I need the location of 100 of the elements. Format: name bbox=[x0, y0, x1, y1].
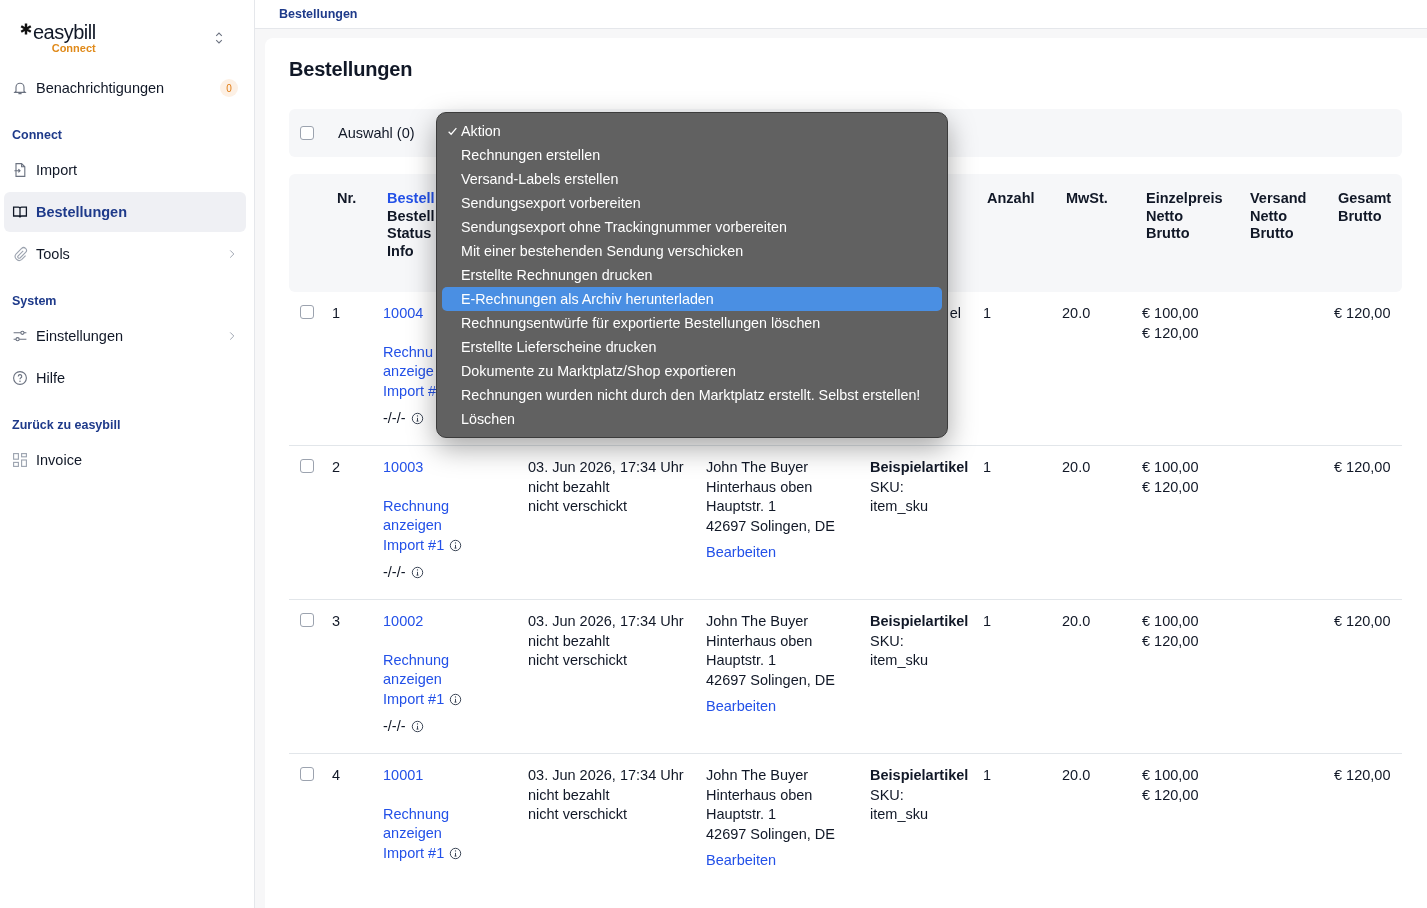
import-link[interactable]: Import # bbox=[383, 381, 437, 401]
order-link[interactable]: 10003 bbox=[383, 458, 424, 478]
sku-value: item_sku bbox=[870, 651, 929, 670]
quantity: 1 bbox=[983, 767, 992, 783]
menu-item[interactable]: Aktion bbox=[442, 119, 942, 143]
sidebar-item[interactable]: Import bbox=[4, 150, 246, 190]
quantity: 1 bbox=[983, 459, 992, 475]
logo[interactable]: easybill Connect bbox=[20, 22, 96, 54]
product-name: Beispielartikel bbox=[870, 766, 969, 785]
edit-link[interactable]: Bearbeiten bbox=[706, 697, 777, 717]
sort-link[interactable]: Bestell bbox=[387, 190, 435, 208]
checkbox[interactable] bbox=[300, 305, 314, 319]
sidebar-item[interactable]: Bestellungen bbox=[4, 192, 246, 232]
menu-item[interactable]: E-Rechnungen als Archiv herunterladen bbox=[442, 287, 942, 311]
gross-price: € 120,00 bbox=[1142, 477, 1199, 497]
bell-icon bbox=[12, 80, 28, 96]
gross-price: € 120,00 bbox=[1142, 631, 1199, 651]
sidebar-item[interactable]: Tools bbox=[4, 234, 246, 274]
book-icon bbox=[12, 204, 28, 220]
quantity: 1 bbox=[983, 613, 992, 629]
column-heading: Status bbox=[387, 225, 432, 243]
address-line: Hinterhaus oben bbox=[706, 477, 813, 497]
menu-item[interactable]: Rechnungen erstellen bbox=[442, 143, 942, 167]
menu-item[interactable]: Dokumente zu Marktplatz/Shop exportieren bbox=[442, 359, 942, 383]
help-icon bbox=[12, 370, 28, 386]
address-line: 42697 Solingen, DE bbox=[706, 824, 835, 844]
row-number: 1 bbox=[332, 305, 341, 321]
sliders-icon bbox=[12, 328, 28, 344]
vat-rate: 20.0 bbox=[1062, 613, 1091, 629]
payment-status: nicht bezahlt bbox=[528, 631, 610, 651]
net-price: € 100,00 bbox=[1142, 304, 1199, 323]
sidebar-item[interactable]: Invoice bbox=[4, 440, 246, 480]
address-line: John The Buyer bbox=[706, 766, 809, 785]
sku-label: SKU: bbox=[870, 477, 904, 497]
address-line: Hinterhaus oben bbox=[706, 631, 813, 651]
column-heading: Netto bbox=[1146, 207, 1184, 225]
product-name: el bbox=[949, 304, 961, 323]
row-number: 4 bbox=[332, 767, 341, 783]
sku-label: SKU: bbox=[870, 631, 904, 651]
total-price: € 120,00 bbox=[1334, 305, 1391, 321]
total-price: € 120,00 bbox=[1334, 767, 1391, 783]
order-date: 03. Jun 2026, 17:34 Uhr bbox=[528, 766, 684, 785]
menu-item[interactable]: Erstellte Lieferscheine drucken bbox=[442, 335, 942, 359]
column-heading: Anzahl bbox=[987, 190, 1035, 208]
column-heading: Bestell bbox=[387, 207, 435, 225]
menu-item[interactable]: Erstellte Rechnungen drucken bbox=[442, 263, 942, 287]
order-date: 03. Jun 2026, 17:34 Uhr bbox=[528, 612, 684, 631]
net-price: € 100,00 bbox=[1142, 458, 1199, 477]
sidebar-item[interactable]: Benachrichtigungen 0 bbox=[4, 68, 246, 108]
vat-rate: 20.0 bbox=[1062, 767, 1091, 783]
edit-link[interactable]: Bearbeiten bbox=[706, 851, 777, 871]
order-link[interactable]: 10001 bbox=[383, 766, 424, 786]
total-price: € 120,00 bbox=[1334, 459, 1391, 475]
invoice-link[interactable]: Rechnung anzeigen bbox=[383, 650, 463, 690]
column-heading: Brutto bbox=[1146, 225, 1190, 243]
address-line: 42697 Solingen, DE bbox=[706, 516, 835, 536]
row-number: 3 bbox=[332, 613, 341, 629]
menu-item[interactable]: Versand-Labels erstellen bbox=[442, 167, 942, 191]
gross-price: € 120,00 bbox=[1142, 323, 1199, 343]
import-link[interactable]: Import #1 bbox=[383, 535, 445, 555]
payment-status: nicht bezahlt bbox=[528, 477, 610, 497]
import-link[interactable]: Import #1 bbox=[383, 689, 445, 709]
quantity: 1 bbox=[983, 305, 992, 321]
breadcrumb-link[interactable]: Bestellungen bbox=[279, 7, 358, 21]
order-link[interactable]: 10002 bbox=[383, 612, 424, 632]
invoice-link[interactable]: Rechnung anzeigen bbox=[383, 804, 463, 844]
checkbox[interactable] bbox=[300, 126, 314, 140]
checkbox[interactable] bbox=[300, 459, 314, 473]
document-icon bbox=[12, 162, 28, 178]
edit-link[interactable]: Bearbeiten bbox=[706, 543, 777, 563]
vat-rate: 20.0 bbox=[1062, 305, 1091, 321]
column-heading: Brutto bbox=[1250, 225, 1294, 243]
net-price: € 100,00 bbox=[1142, 612, 1199, 631]
menu-item[interactable]: Mit einer bestehenden Sendung verschicken bbox=[442, 239, 942, 263]
gross-price: € 120,00 bbox=[1142, 785, 1199, 805]
checkbox[interactable] bbox=[300, 767, 314, 781]
menu-item[interactable]: Löschen bbox=[442, 407, 942, 431]
invoice-link[interactable]: Rechnung anzeigen bbox=[383, 496, 463, 536]
menu-item[interactable]: Rechnungen wurden nicht durch den Marktplatz erstellt. Selbst erstellen! bbox=[442, 383, 942, 407]
address-line: John The Buyer bbox=[706, 612, 809, 631]
shipping-status: nicht verschickt bbox=[528, 805, 628, 824]
shipping-status: nicht verschickt bbox=[528, 651, 628, 670]
shipping-status: nicht verschickt bbox=[528, 497, 628, 516]
menu-item[interactable]: Rechnungsentwürfe für exportierte Bestellungen löschen bbox=[442, 311, 942, 335]
vat-rate: 20.0 bbox=[1062, 459, 1091, 475]
checkbox[interactable] bbox=[300, 613, 314, 627]
import-link[interactable]: Import #1 bbox=[383, 843, 445, 863]
info-icon bbox=[410, 720, 424, 734]
info-icon bbox=[410, 566, 424, 580]
row-number: 2 bbox=[332, 459, 341, 475]
sku-value: item_sku bbox=[870, 497, 929, 516]
sidebar-item[interactable]: Einstellungen bbox=[4, 316, 246, 356]
menu-item[interactable]: Sendungsexport vorbereiten bbox=[442, 191, 942, 215]
order-link[interactable]: 10004 bbox=[383, 304, 424, 324]
menu-item[interactable]: Sendungsexport ohne Trackingnummer vorbereiten bbox=[442, 215, 942, 239]
column-heading: Netto bbox=[1250, 207, 1288, 225]
column-heading: Gesamt bbox=[1338, 190, 1392, 208]
section-heading: System bbox=[11, 293, 58, 310]
address-line: 42697 Solingen, DE bbox=[706, 670, 835, 690]
sidebar-item[interactable]: Hilfe bbox=[4, 358, 246, 398]
